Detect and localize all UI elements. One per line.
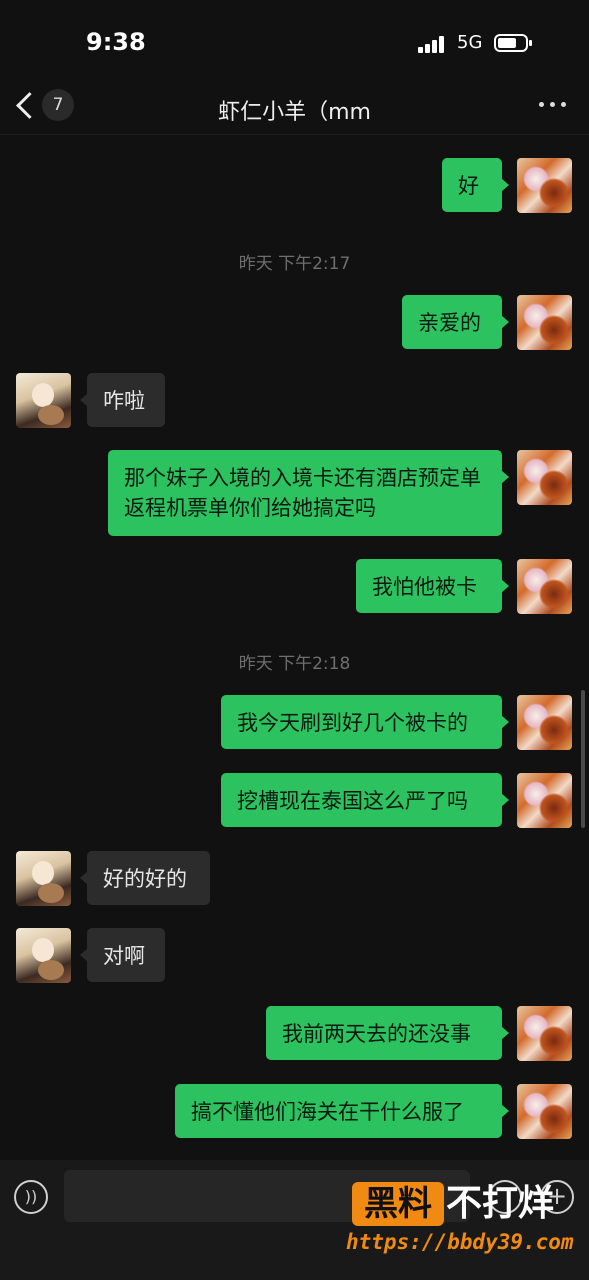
message-bubble-sent[interactable]: 我前两天去的还没事 [266, 1006, 509, 1060]
status-time: 9:38 [86, 28, 146, 56]
message-list[interactable]: 好 昨天 下午2:17 亲爱的 咋啦 那个妹子入境的入境卡还有酒店预定单返程机票… [0, 135, 589, 1160]
my-avatar[interactable] [517, 773, 572, 828]
message-bubble-sent[interactable]: 搞不懂他们海关在干什么服了 [175, 1084, 509, 1138]
watermark-url: https://bbdy39.com [346, 1230, 574, 1254]
battery-icon [494, 34, 532, 52]
message-bubble-received[interactable]: 好的好的 [80, 851, 210, 905]
contact-avatar[interactable] [16, 373, 71, 428]
my-avatar[interactable] [517, 450, 572, 505]
chat-header: 7 虾仁小羊（mm [0, 80, 589, 135]
my-avatar[interactable] [517, 1006, 572, 1061]
message-bubble-sent[interactable]: 我今天刷到好几个被卡的 [221, 695, 509, 749]
my-avatar[interactable] [517, 295, 572, 350]
voice-input-icon[interactable]: )) [14, 1180, 48, 1214]
chat-scrollbar[interactable] [581, 690, 585, 828]
contact-avatar[interactable] [16, 928, 71, 983]
watermark-text: 不打烊 [446, 1183, 555, 1224]
signal-icon [418, 35, 448, 53]
contact-avatar[interactable] [16, 851, 71, 906]
message-timestamp: 昨天 下午2:17 [238, 254, 351, 274]
message-timestamp: 昨天 下午2:18 [238, 654, 351, 674]
my-avatar[interactable] [517, 559, 572, 614]
message-bubble-received[interactable]: 咋啦 [80, 373, 165, 427]
watermark-brand: 黑料 [352, 1182, 444, 1226]
network-type: 5G [457, 32, 483, 53]
status-bar: 9:38 5G [0, 0, 589, 80]
more-options-button[interactable] [536, 92, 570, 118]
my-avatar[interactable] [517, 158, 572, 213]
message-bubble-sent[interactable]: 亲爱的 [402, 295, 509, 349]
chat-title: 虾仁小羊（mm [218, 100, 371, 125]
message-bubble-sent[interactable]: 挖槽现在泰国这么严了吗 [221, 773, 509, 827]
message-bubble-sent[interactable]: 那个妹子入境的入境卡还有酒店预定单返程机票单你们给她搞定吗 [108, 450, 509, 536]
watermark: 黑料 不打烊 https://bbdy39.com [340, 1178, 580, 1268]
my-avatar[interactable] [517, 1084, 572, 1139]
message-bubble-sent[interactable]: 我怕他被卡 [356, 559, 509, 613]
message-bubble-sent[interactable]: 好 [442, 158, 509, 212]
message-bubble-received[interactable]: 对啊 [80, 928, 165, 982]
my-avatar[interactable] [517, 695, 572, 750]
